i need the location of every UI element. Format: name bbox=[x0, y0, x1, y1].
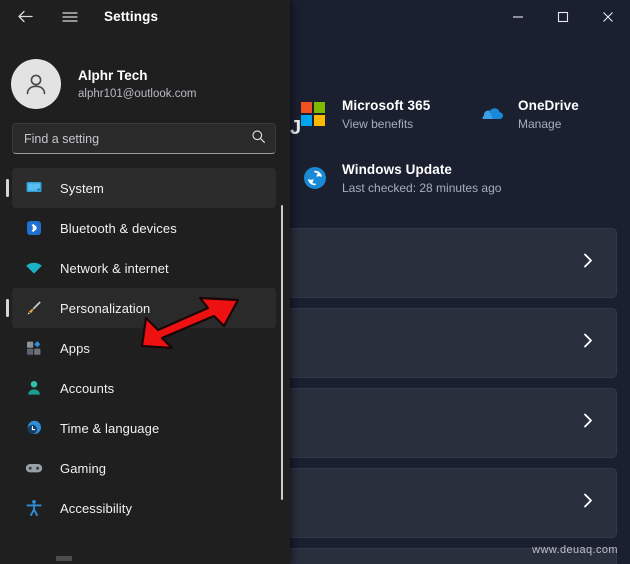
gamepad-icon bbox=[24, 458, 44, 478]
chevron-right-icon bbox=[583, 253, 594, 274]
quick-action-tiles: Microsoft 365 View benefits OneDrive Man… bbox=[300, 88, 630, 204]
close-button[interactable] bbox=[585, 0, 630, 33]
sidebar-item-bluetooth-devices[interactable]: Bluetooth & devices bbox=[12, 208, 276, 248]
tile-onedrive[interactable]: OneDrive Manage bbox=[476, 88, 579, 140]
tile-title: Microsoft 365 bbox=[342, 97, 430, 114]
search-input[interactable] bbox=[13, 132, 275, 146]
sidebar-item-gaming[interactable]: Gaming bbox=[12, 448, 276, 488]
partial-icon-sliver bbox=[56, 556, 72, 561]
sidebar-item-label: Apps bbox=[60, 341, 90, 356]
monitor-icon bbox=[24, 178, 44, 198]
wifi-icon bbox=[24, 258, 44, 278]
search-box[interactable] bbox=[12, 123, 276, 154]
tile-microsoft-365[interactable]: Microsoft 365 View benefits bbox=[300, 88, 476, 140]
sidebar-item-label: Accounts bbox=[60, 381, 114, 396]
sidebar-item-accounts[interactable]: Accounts bbox=[12, 368, 276, 408]
clock-globe-icon bbox=[24, 418, 44, 438]
tile-title: OneDrive bbox=[518, 97, 579, 114]
avatar bbox=[11, 59, 61, 109]
apps-grid-icon bbox=[24, 338, 44, 358]
watermark: www.deuaq.com bbox=[532, 544, 618, 556]
account-name: Alphr Tech bbox=[78, 67, 196, 85]
search-container bbox=[0, 117, 290, 154]
accessibility-icon bbox=[24, 498, 44, 518]
sidebar-item-label: Bluetooth & devices bbox=[60, 221, 177, 236]
sidebar-item-label: Time & language bbox=[60, 421, 159, 436]
sidebar-header: Settings bbox=[0, 0, 290, 33]
chevron-right-icon bbox=[583, 493, 594, 514]
window-controls bbox=[495, 0, 630, 33]
sidebar-item-label: Accessibility bbox=[60, 501, 132, 516]
back-arrow-icon[interactable] bbox=[8, 2, 42, 32]
paintbrush-icon bbox=[24, 298, 44, 318]
account-card[interactable]: Alphr Tech alphr101@outlook.com bbox=[0, 33, 290, 117]
chevron-right-icon bbox=[583, 413, 594, 434]
sidebar-item-label: Personalization bbox=[60, 301, 150, 316]
bluetooth-icon bbox=[24, 218, 44, 238]
navigation-sidebar: Settings Alphr Tech alphr101@outlook.com bbox=[0, 0, 290, 564]
app-title: Settings bbox=[104, 9, 158, 24]
tile-windows-update[interactable]: Windows Update Last checked: 28 minutes … bbox=[300, 152, 501, 204]
windows-update-icon bbox=[300, 163, 330, 193]
settings-window: J Microsoft 365 View benefits bbox=[0, 0, 630, 564]
sidebar-item-label: Network & internet bbox=[60, 261, 169, 276]
chevron-right-icon bbox=[583, 333, 594, 354]
hamburger-menu-icon[interactable] bbox=[53, 2, 87, 32]
tile-subtitle: Manage bbox=[518, 116, 579, 132]
tile-title: Windows Update bbox=[342, 161, 501, 178]
sidebar-item-time-language[interactable]: Time & language bbox=[12, 408, 276, 448]
onedrive-cloud-icon bbox=[476, 99, 506, 129]
sidebar-item-personalization[interactable]: Personalization bbox=[12, 288, 276, 328]
microsoft-365-icon bbox=[300, 99, 330, 129]
minimize-button[interactable] bbox=[495, 0, 540, 33]
sidebar-item-accessibility[interactable]: Accessibility bbox=[12, 488, 276, 528]
sidebar-item-network-internet[interactable]: Network & internet bbox=[12, 248, 276, 288]
account-person-icon bbox=[24, 378, 44, 398]
maximize-button[interactable] bbox=[540, 0, 585, 33]
search-icon[interactable] bbox=[251, 129, 266, 149]
account-email: alphr101@outlook.com bbox=[78, 86, 196, 102]
sidebar-scrollbar[interactable] bbox=[281, 205, 283, 500]
sidebar-nav-list: System Bluetooth & devices bbox=[0, 168, 290, 528]
sidebar-item-system[interactable]: System bbox=[12, 168, 276, 208]
sidebar-item-apps[interactable]: Apps bbox=[12, 328, 276, 368]
tile-subtitle: Last checked: 28 minutes ago bbox=[342, 180, 501, 196]
sidebar-item-label: System bbox=[60, 181, 104, 196]
sidebar-item-label: Gaming bbox=[60, 461, 106, 476]
tile-subtitle: View benefits bbox=[342, 116, 430, 132]
